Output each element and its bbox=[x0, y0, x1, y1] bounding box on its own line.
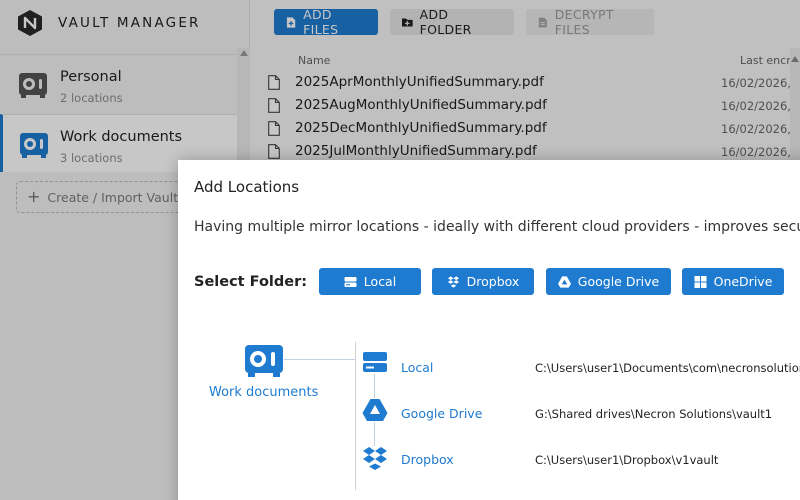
add-locations-dialog: Add Locations Having multiple mirror loc… bbox=[178, 160, 800, 500]
connector-line bbox=[374, 422, 375, 446]
location-name: Dropbox bbox=[401, 452, 454, 467]
select-dropbox-label: Dropbox bbox=[466, 274, 520, 289]
location-path: G:\Shared drives\Necron Solutions\vault1 bbox=[535, 407, 773, 421]
location-name: Local bbox=[401, 360, 434, 375]
dropbox-icon bbox=[363, 447, 387, 470]
select-onedrive-button[interactable]: OneDrive bbox=[682, 268, 784, 295]
vault-safe-icon bbox=[245, 345, 283, 377]
dropbox-icon bbox=[447, 275, 459, 288]
select-local-button[interactable]: Local bbox=[319, 268, 421, 295]
connector-line bbox=[284, 359, 356, 360]
select-google-drive-label: Google Drive bbox=[577, 274, 660, 289]
google-drive-icon bbox=[557, 275, 571, 288]
connector-line bbox=[374, 374, 375, 398]
drive-icon bbox=[363, 352, 387, 372]
drive-icon bbox=[344, 276, 357, 287]
select-google-drive-button[interactable]: Google Drive bbox=[546, 268, 671, 295]
select-dropbox-button[interactable]: Dropbox bbox=[432, 268, 534, 295]
location-path: C:\Users\user1\Dropbox\v1vault bbox=[535, 453, 719, 467]
windows-icon bbox=[694, 275, 707, 288]
select-onedrive-label: OneDrive bbox=[713, 274, 773, 289]
location-path: C:\Users\user1\Documents\com\necronsolut… bbox=[535, 361, 800, 375]
dialog-title: Add Locations bbox=[194, 178, 300, 196]
google-drive-icon bbox=[362, 399, 388, 421]
select-local-label: Local bbox=[363, 274, 397, 289]
dialog-description: Having multiple mirror locations - ideal… bbox=[194, 219, 800, 235]
location-name: Google Drive bbox=[401, 406, 483, 421]
select-folder-label: Select Folder: bbox=[194, 274, 308, 290]
connector-line bbox=[355, 342, 356, 490]
map-vault-label: Work documents bbox=[209, 385, 319, 400]
